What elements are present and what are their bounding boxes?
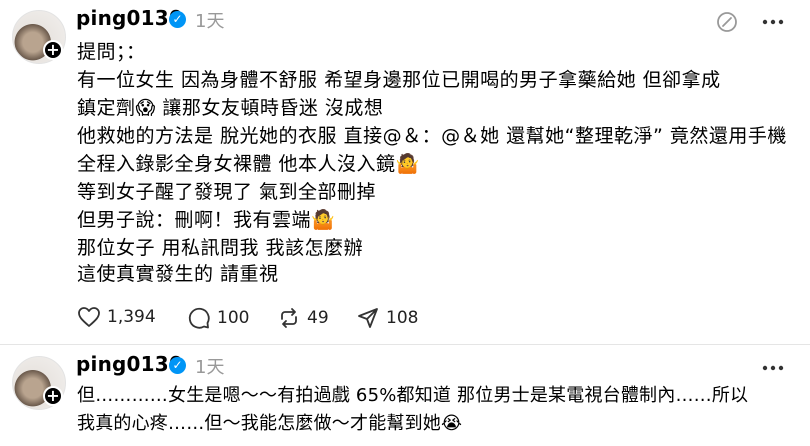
thread-post: + ping0130 ✓ 1天 提問；： 有一位女生 因為身體不舒服 希望身邊那…: [0, 0, 810, 340]
more-icon[interactable]: [760, 356, 786, 384]
like-count: 1,394: [107, 307, 156, 327]
post-actions: 1,394 100 49 108: [77, 306, 477, 334]
share-button[interactable]: 108: [356, 306, 418, 330]
more-icon[interactable]: [760, 10, 786, 38]
verified-badge-icon: ✓: [169, 11, 186, 28]
verified-badge-icon: ✓: [169, 357, 186, 374]
post-text-line: 有一位女生 因為身體不舒服 希望身邊那位已開喝的男子拿藥給她 但卻拿成: [77, 69, 721, 91]
post-text-line: 等到女子醒了發現了 氣到全部刪掉: [77, 181, 377, 203]
send-icon: [356, 306, 380, 330]
post-time[interactable]: 1天: [195, 353, 224, 379]
share-count: 108: [386, 308, 419, 328]
post-text-line: 全程入錄影全身女裸體 他本人沒入鏡🤷: [77, 153, 420, 175]
post-text-line: 提問；：: [77, 41, 146, 63]
comment-count: 100: [217, 308, 250, 328]
post-text-line: 這使真實發生的 請重視: [77, 263, 279, 285]
post-time[interactable]: 1天: [195, 7, 224, 33]
post-text-line: 但…………女生是嗯～～有拍過戲 65%都知道 那位男士是某電視台體制內……所以: [77, 385, 749, 406]
heart-icon: [77, 306, 101, 328]
username[interactable]: ping0130: [76, 6, 183, 30]
follow-plus-icon[interactable]: +: [43, 386, 63, 406]
repost-button[interactable]: 49: [277, 306, 329, 330]
repost-icon: [277, 306, 301, 330]
thread-post: + ping0130 ✓ 1天 但…………女生是嗯～～有拍過戲 65%都知道 那…: [0, 346, 810, 446]
comment-button[interactable]: 100: [187, 306, 249, 330]
translate-icon[interactable]: [715, 10, 739, 38]
post-text-line: 但男子說：刪啊！我有雲端🤷: [77, 209, 336, 231]
post-text-line: 鎮定劑😱 讓那女友頓時昏迷 沒成想: [77, 97, 384, 119]
post-text-line: 那位女子 用私訊問我 我該怎麼辦: [77, 237, 364, 259]
repost-count: 49: [307, 308, 329, 328]
post-divider: [0, 344, 810, 345]
post-text-line: 我真的心疼……但～我能怎麼做～才能幫到她😭: [77, 413, 463, 434]
like-button[interactable]: 1,394: [77, 306, 156, 328]
follow-plus-icon[interactable]: +: [43, 40, 63, 60]
username[interactable]: ping0130: [76, 352, 183, 376]
post-text-line: 他救她的方法是 脫光她的衣服 直接@＆：@＆她 還幫她“整理乾淨” 竟然還用手機: [77, 125, 787, 147]
comment-icon: [187, 306, 211, 330]
